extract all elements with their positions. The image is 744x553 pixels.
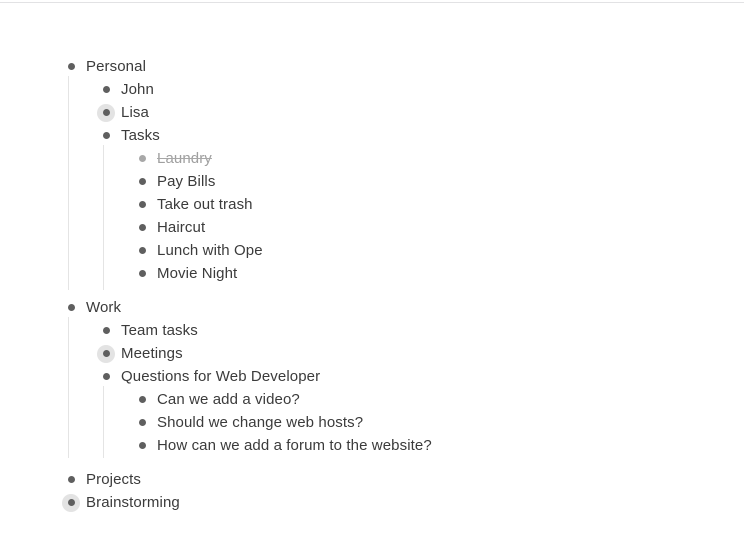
outline-item-label: Team tasks — [121, 321, 198, 339]
bullet-icon[interactable] — [133, 196, 151, 214]
outline-item-label: Can we add a video? — [157, 390, 300, 408]
collapsed-bullet-icon[interactable] — [62, 493, 80, 512]
collapsed-bullet-icon[interactable] — [97, 344, 115, 363]
outline-item[interactable]: Personal — [62, 55, 146, 78]
outline-item[interactable]: Team tasks — [97, 319, 198, 342]
indent-guide-line — [103, 145, 104, 290]
indent-guide-line — [68, 76, 69, 290]
outline-item[interactable]: Lisa — [97, 101, 149, 124]
outline-item[interactable]: Work — [62, 296, 121, 319]
bullet-icon[interactable] — [62, 58, 80, 76]
outline-tree: Personal John Lisa Tasks Laundry Pay Bills Tak… — [0, 0, 744, 553]
outline-item-label: Movie Night — [157, 264, 238, 282]
outline-item[interactable]: How can we add a forum to the website? — [133, 434, 432, 457]
bullet-icon[interactable] — [133, 414, 151, 432]
outline-item[interactable]: Lunch with Ope — [133, 239, 263, 262]
bullet-icon[interactable] — [133, 150, 151, 168]
outline-item[interactable]: Pay Bills — [133, 170, 215, 193]
outline-item-label: Should we change web hosts? — [157, 413, 364, 431]
bullet-icon[interactable] — [97, 368, 115, 386]
outline-item[interactable]: John — [97, 78, 154, 101]
outline-item[interactable]: Can we add a video? — [133, 388, 300, 411]
outline-item-label: Lunch with Ope — [157, 241, 263, 259]
outline-item[interactable]: Brainstorming — [62, 491, 180, 514]
bullet-icon[interactable] — [97, 322, 115, 340]
outline-item[interactable]: Should we change web hosts? — [133, 411, 363, 434]
outline-item-label: Haircut — [157, 218, 206, 236]
bullet-icon[interactable] — [133, 437, 151, 455]
bullet-icon[interactable] — [133, 265, 151, 283]
indent-guide-line — [103, 386, 104, 458]
outline-item[interactable]: Questions for Web Developer — [97, 365, 320, 388]
outline-item-label: Questions for Web Developer — [121, 367, 321, 385]
outline-item-label: Pay Bills — [157, 172, 216, 190]
outline-item[interactable]: Meetings — [97, 342, 183, 365]
outline-item-label: Work — [86, 298, 122, 316]
bullet-icon[interactable] — [97, 127, 115, 145]
bullet-icon[interactable] — [62, 471, 80, 489]
outline-item-label: Brainstorming — [86, 493, 180, 511]
outline-item[interactable]: Projects — [62, 468, 141, 491]
outline-item[interactable]: Tasks — [97, 124, 160, 147]
outline-item-label: Personal — [86, 57, 147, 75]
outline-item-label: Meetings — [121, 344, 183, 362]
bullet-icon[interactable] — [97, 81, 115, 99]
outline-item[interactable]: Haircut — [133, 216, 205, 239]
bullet-icon[interactable] — [133, 219, 151, 237]
bullet-icon[interactable] — [133, 391, 151, 409]
outline-item[interactable]: Take out trash — [133, 193, 253, 216]
outline-item[interactable]: Laundry — [133, 147, 212, 170]
outline-item-label: Lisa — [121, 103, 149, 121]
outline-item[interactable]: Movie Night — [133, 262, 237, 285]
outline-item-label: How can we add a forum to the website? — [157, 436, 432, 454]
outline-item-label: Take out trash — [157, 195, 253, 213]
bullet-icon[interactable] — [133, 242, 151, 260]
bullet-icon[interactable] — [62, 299, 80, 317]
bullet-icon[interactable] — [133, 173, 151, 191]
outline-item-label: Laundry — [157, 149, 212, 167]
indent-guide-line — [68, 317, 69, 458]
collapsed-bullet-icon[interactable] — [97, 103, 115, 122]
outline-item-label: Projects — [86, 470, 141, 488]
outline-item-label: Tasks — [121, 126, 160, 144]
outline-item-label: John — [121, 80, 154, 98]
